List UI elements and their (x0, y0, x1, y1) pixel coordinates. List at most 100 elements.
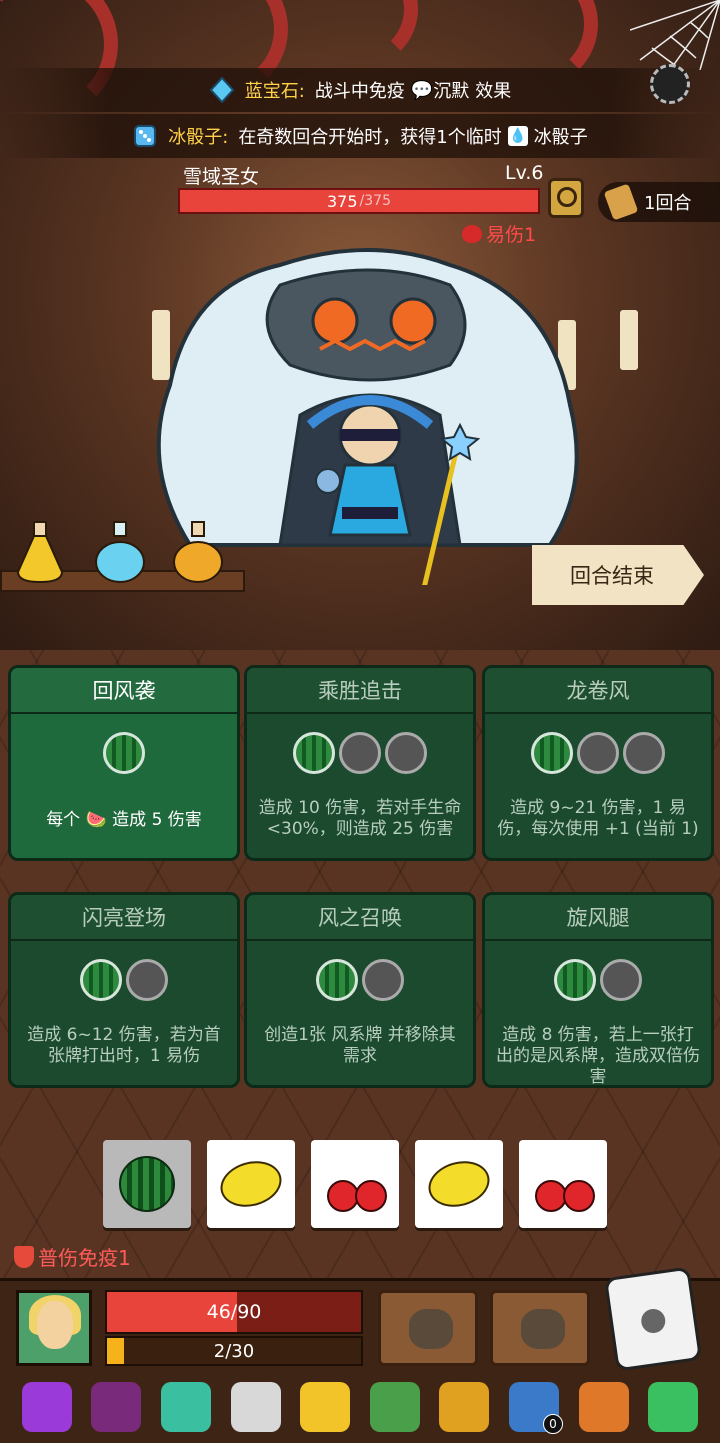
skill-card[interactable]: 旋风腿造成 8 伤害，若上一张打出的是风系牌，造成双倍伤害 (482, 892, 714, 1088)
enemy-hp-max: /375 (359, 193, 391, 209)
silence-icon: 💬 (410, 79, 434, 101)
melon-dice-slot[interactable] (316, 959, 358, 1001)
round-counter: 1回合 (598, 182, 720, 222)
skill-card-description: 造成 8 伤害，若上一张打出的是风系牌，造成双倍伤害 (496, 1025, 700, 1087)
melon-dice-slot[interactable] (293, 732, 335, 774)
spiderweb-decoration (630, 0, 720, 70)
skill-card[interactable]: 闪亮登场造成 6~12 伤害，若为首张牌打出时，1 易伤 (8, 892, 240, 1088)
melon-dice-slot[interactable] (80, 959, 122, 1001)
skill-card-title: 风之召唤 (247, 895, 473, 941)
shield-relic-icon[interactable]: 0 (508, 1382, 563, 1434)
player-status-immune: 普伤免疫1 (14, 1242, 131, 1271)
skill-card-description: 造成 6~12 伤害，若为首张牌打出时，1 易伤 (27, 1025, 221, 1066)
enemy-status-vulnerable: 易伤1 (462, 220, 536, 247)
amber-potion-icon[interactable] (170, 520, 226, 584)
cherry-die[interactable] (519, 1140, 607, 1228)
dice-slots (11, 732, 237, 780)
settings-gear-icon[interactable] (650, 64, 690, 104)
yellow-potion-icon[interactable] (12, 520, 68, 584)
enemy-level: Lv.6 (505, 162, 544, 184)
skill-card-description: 每个 🍉 造成 5 伤害 (46, 810, 202, 830)
enemy-name: 雪域圣女 (183, 166, 260, 188)
cherry-icon (323, 1154, 387, 1214)
skill-card[interactable]: 风之召唤创造1张 风系牌 并移除其需求 (244, 892, 476, 1088)
banner-relic-name: 冰骰子: (168, 127, 229, 148)
skill-card-title: 乘胜追击 (247, 668, 473, 714)
candle (620, 310, 638, 370)
scroll-icon (603, 183, 639, 221)
dice-slots (247, 959, 473, 1007)
shield-icon (14, 1245, 34, 1268)
coin-relic-icon[interactable] (439, 1382, 490, 1432)
melon-dice-slot[interactable] (103, 732, 145, 774)
banner-keyword: 沉默 (433, 81, 470, 102)
round-label: 1回合 (644, 193, 692, 214)
lemon-icon (215, 1154, 287, 1214)
banner-suffix: 效果 (475, 81, 512, 102)
skill-card[interactable]: 回风袭 每个 🍉 造成 5 伤害 (8, 665, 240, 861)
enemy-status-text: 易伤1 (486, 224, 537, 246)
melon-die[interactable] (103, 1140, 191, 1228)
melon-dice-slot[interactable] (531, 732, 573, 774)
sapphire-icon (209, 77, 235, 103)
roll-dice-button[interactable] (603, 1266, 703, 1372)
player-shield-text: 2/30 (213, 1340, 255, 1362)
skill-card[interactable]: 乘胜追击造成 10 伤害，若对手生命<30%，则造成 25 伤害 (244, 665, 476, 861)
dice-slots (485, 732, 711, 780)
empty-dice-slot[interactable] (600, 959, 642, 1001)
banner-text: 在奇数回合开始时，获得1个临时 (238, 127, 502, 148)
skill-card-title: 闪亮登场 (11, 895, 237, 941)
end-turn-button[interactable]: 回合结束 (532, 545, 704, 605)
banner-suffix: 冰骰子 (533, 127, 588, 148)
empty-dice-slot[interactable] (126, 959, 168, 1001)
banner-text: 战斗中免疫 (314, 81, 405, 102)
skill-card-description: 创造1张 风系牌 并移除其需求 (264, 1025, 456, 1066)
portrait-face (37, 1301, 73, 1349)
enemy-hp-current: 375 (327, 191, 358, 211)
melon-icon (119, 1156, 175, 1212)
relic-count-badge: 0 (542, 1414, 563, 1434)
boot-icon (521, 1309, 565, 1349)
cherry-die[interactable] (311, 1140, 399, 1228)
enemy-hp-bar: 375 /375 (178, 188, 540, 214)
leaf-relic-icon[interactable] (648, 1382, 699, 1432)
cherry-right (563, 1180, 595, 1212)
lemon-die[interactable] (207, 1140, 295, 1228)
player-portrait[interactable] (16, 1290, 92, 1366)
equipment-slot-gauntlet[interactable] (378, 1290, 478, 1366)
ice-dice-icon (134, 125, 157, 147)
inspect-magnifier-button[interactable] (548, 178, 584, 218)
dice-slots (247, 732, 473, 780)
player-hp-text: 46/90 (206, 1301, 262, 1323)
devil-icon (462, 224, 482, 243)
player-hp-bar: 46/90 (105, 1290, 363, 1334)
crown-relic-icon[interactable] (300, 1382, 351, 1432)
banner-relic-name: 蓝宝石: (244, 81, 305, 102)
dice-slots (11, 959, 237, 1007)
relic-bar: 0 (0, 1374, 720, 1440)
empty-dice-slot[interactable] (385, 732, 427, 774)
cherry-right (355, 1180, 387, 1212)
skill-card-title: 龙卷风 (485, 668, 711, 714)
skill-card-description: 造成 9~21 伤害，1 易伤，每次使用 +1 (当前 1) (497, 798, 699, 839)
melon-dice-slot[interactable] (554, 959, 596, 1001)
skill-card-description: 造成 10 伤害，若对手生命<30%，则造成 25 伤害 (258, 798, 462, 839)
equipment-slot-boot[interactable] (490, 1290, 590, 1366)
skill-card[interactable]: 龙卷风造成 9~21 伤害，1 易伤，每次使用 +1 (当前 1) (482, 665, 714, 861)
empty-dice-slot[interactable] (577, 732, 619, 774)
blue-potion-icon[interactable] (92, 520, 148, 584)
skill-card-title: 旋风腿 (485, 895, 711, 941)
lemon-die[interactable] (415, 1140, 503, 1228)
book-relic-icon[interactable] (369, 1382, 420, 1432)
potion-relic-icon[interactable] (21, 1382, 72, 1432)
relic-banner-ice-dice: 冰骰子: 在奇数回合开始时，获得1个临时 💧 冰骰子 (0, 114, 720, 158)
empty-dice-slot[interactable] (362, 959, 404, 1001)
ring-relic-icon[interactable] (160, 1382, 211, 1432)
player-shield-bar: 2/30 (105, 1336, 363, 1366)
lemon-icon (423, 1154, 495, 1214)
scroll-relic-icon[interactable] (230, 1382, 281, 1432)
empty-dice-slot[interactable] (623, 732, 665, 774)
armor-relic-icon[interactable] (91, 1382, 142, 1432)
empty-dice-slot[interactable] (339, 732, 381, 774)
cloak-relic-icon[interactable] (578, 1382, 629, 1432)
